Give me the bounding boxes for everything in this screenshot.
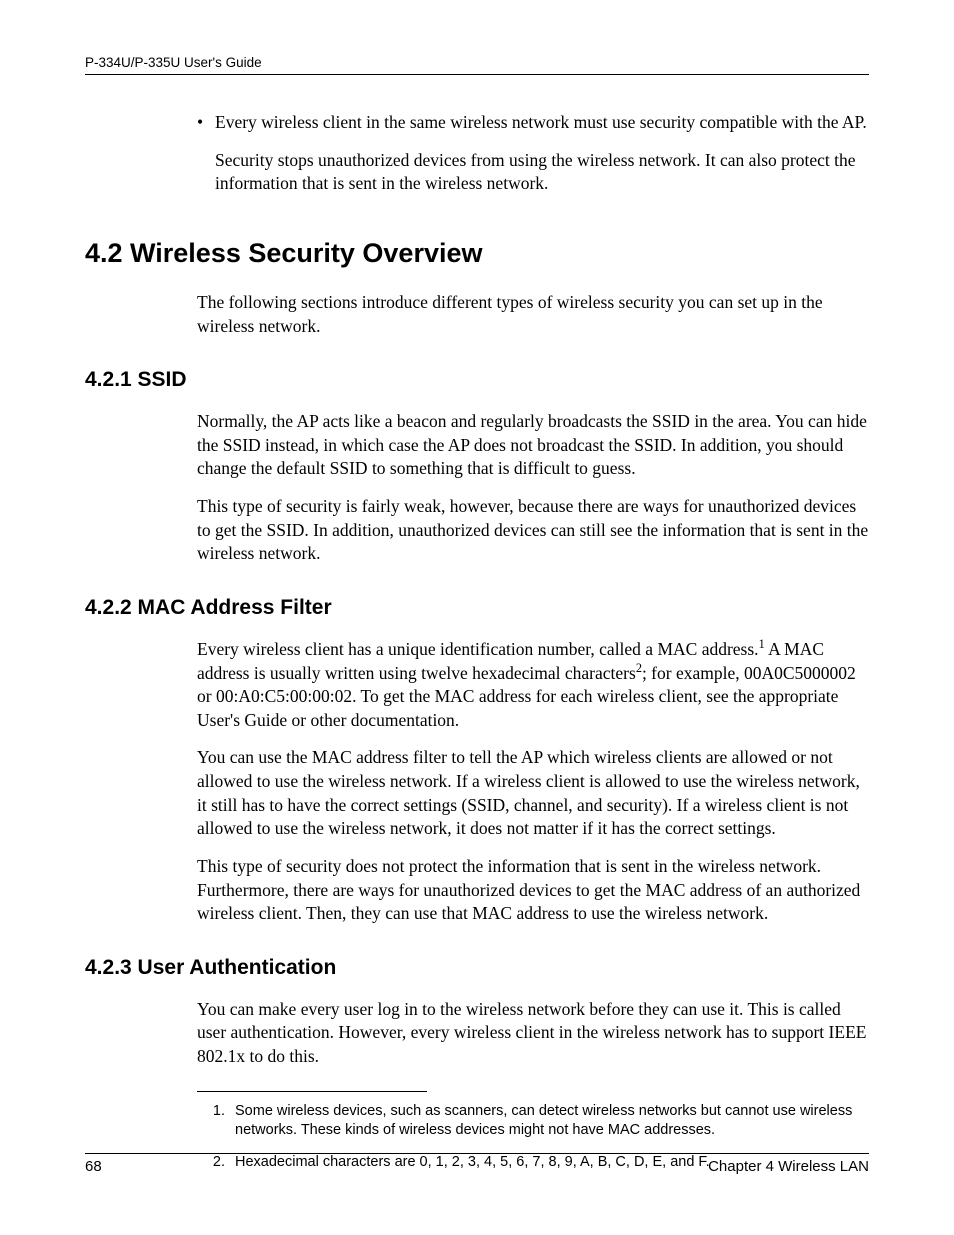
- text-run: Every wireless client has a unique ident…: [197, 639, 759, 659]
- section-4-2-1-body: Normally, the AP acts like a beacon and …: [197, 410, 869, 566]
- paragraph: You can make every user log in to the wi…: [197, 998, 869, 1069]
- heading-4-2-3: 4.2.3 User Authentication: [85, 956, 869, 980]
- bullet-item: • Every wireless client in the same wire…: [197, 111, 869, 135]
- footnote-1: 1. Some wireless devices, such as scanne…: [197, 1102, 869, 1141]
- page-number: 68: [85, 1158, 102, 1175]
- heading-4-2: 4.2 Wireless Security Overview: [85, 238, 869, 269]
- header-rule: [85, 74, 869, 75]
- intro-followup: Security stops unauthorized devices from…: [215, 149, 869, 196]
- footer: 68 Chapter 4 Wireless LAN: [85, 1153, 869, 1175]
- paragraph: You can use the MAC address filter to te…: [197, 746, 869, 841]
- footer-line: 68 Chapter 4 Wireless LAN: [85, 1158, 869, 1175]
- paragraph: Every wireless client has a unique ident…: [197, 638, 869, 733]
- paragraph: The following sections introduce differe…: [197, 291, 869, 338]
- footnote-text: Some wireless devices, such as scanners,…: [235, 1102, 869, 1141]
- section-4-2-2-body: Every wireless client has a unique ident…: [197, 638, 869, 926]
- footer-rule: [85, 1153, 869, 1154]
- page: P-334U/P-335U User's Guide • Every wirel…: [0, 0, 954, 1235]
- paragraph: This type of security is fairly weak, ho…: [197, 495, 869, 566]
- heading-4-2-1: 4.2.1 SSID: [85, 368, 869, 392]
- section-4-2-3-body: You can make every user log in to the wi…: [197, 998, 869, 1069]
- footnote-number: 1.: [197, 1102, 235, 1141]
- section-4-2-body: The following sections introduce differe…: [197, 291, 869, 338]
- heading-4-2-2: 4.2.2 MAC Address Filter: [85, 596, 869, 620]
- running-header: P-334U/P-335U User's Guide: [85, 55, 869, 74]
- intro-block: • Every wireless client in the same wire…: [197, 111, 869, 196]
- paragraph: This type of security does not protect t…: [197, 855, 869, 926]
- bullet-text: Every wireless client in the same wirele…: [215, 111, 869, 135]
- footnote-rule: [197, 1091, 427, 1092]
- paragraph: Normally, the AP acts like a beacon and …: [197, 410, 869, 481]
- bullet-marker: •: [197, 111, 215, 135]
- chapter-label: Chapter 4 Wireless LAN: [708, 1158, 869, 1175]
